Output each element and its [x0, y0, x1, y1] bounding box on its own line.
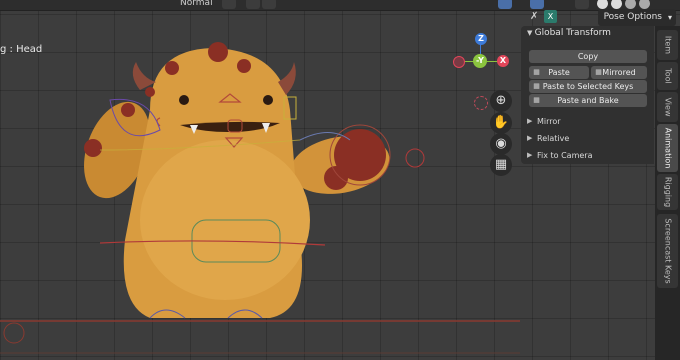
gizmo-toggle-icon[interactable]: ✗ [530, 11, 538, 22]
right-eye [263, 95, 273, 105]
spot [84, 139, 102, 157]
paste-bake-label: Paste and Bake [557, 96, 619, 105]
camera-icon[interactable]: ◉ [490, 133, 512, 155]
grid-icon[interactable]: ▦ [490, 154, 512, 176]
paste-label: Paste [548, 68, 570, 77]
paste-button[interactable]: ▦ Paste [529, 66, 589, 79]
paste-bake-icon: ▦ [533, 96, 540, 104]
3d-viewport[interactable]: Normal g : Head Z -Y X ⊕ ✋ ◉ ▦ ✗ X Pose … [0, 0, 680, 360]
chevron-right-icon: ▶ [527, 151, 533, 159]
mirrored-label: Mirrored [602, 68, 636, 77]
tab-screencast-keys[interactable]: Screencast Keys [657, 214, 678, 288]
global-transform-header[interactable]: ▼ Global Transform [527, 28, 611, 38]
relative-label: Relative [537, 134, 570, 143]
tab-tool[interactable]: Tool [657, 62, 678, 90]
axis-x-button[interactable]: X [497, 55, 509, 67]
mirror-label: Mirror [537, 117, 561, 126]
left-eye [179, 95, 189, 105]
paste-icon: ▦ [533, 68, 540, 76]
tab-item[interactable]: Item [657, 30, 678, 60]
paste-and-bake-button[interactable]: ▦ Paste and Bake [529, 94, 647, 107]
sidebar-tabs: Item Tool View Animation Rigging Screenc… [655, 26, 680, 360]
chevron-down-icon: ▾ [667, 13, 672, 22]
sidebar-panel: ▼ Global Transform Copy ▦ Paste ▦ Mirror… [521, 26, 654, 164]
chevron-right-icon: ▶ [527, 134, 533, 142]
relative-subpanel[interactable]: ▶ Relative [527, 134, 570, 143]
paste-selected-label: Paste to Selected Keys [542, 82, 634, 91]
spot [237, 59, 251, 73]
paste-mirrored-icon: ▦ [595, 68, 602, 76]
pose-options-dropdown[interactable]: Pose Options ▾ [597, 9, 676, 26]
tab-view[interactable]: View [657, 92, 678, 122]
mirror-subpanel[interactable]: ▶ Mirror [527, 117, 561, 126]
global-transform-title: Global Transform [534, 28, 611, 38]
zoom-icon[interactable]: ⊕ [490, 90, 512, 112]
axis-neg-x-button[interactable] [453, 56, 465, 68]
axis-z-button[interactable]: Z [475, 33, 487, 45]
ik-target-control [405, 148, 425, 168]
spot [121, 103, 135, 117]
x-axis-icon[interactable]: X [544, 10, 557, 23]
paste-keys-icon: ▦ [533, 82, 540, 90]
chevron-right-icon: ▶ [527, 117, 533, 125]
fist [334, 129, 386, 181]
mirrored-button[interactable]: ▦ Mirrored [591, 66, 647, 79]
spot [145, 87, 155, 97]
left-horn [132, 62, 156, 90]
axis-y-button[interactable]: -Y [473, 54, 487, 68]
root-control-circle [3, 322, 25, 344]
character-model[interactable] [0, 0, 520, 360]
chevron-down-icon: ▼ [527, 29, 535, 37]
spot [165, 61, 179, 75]
pose-options-label: Pose Options [603, 12, 662, 22]
tab-rigging[interactable]: Rigging [657, 174, 678, 210]
orbit-center-icon[interactable] [474, 96, 488, 110]
header-right: ✗ X Pose Options ▾ [520, 8, 680, 28]
copy-button[interactable]: Copy [529, 50, 647, 63]
spot [208, 42, 228, 62]
hand-icon[interactable]: ✋ [490, 112, 512, 134]
paste-selected-keys-button[interactable]: ▦ Paste to Selected Keys [529, 80, 647, 93]
fix-to-camera-subpanel[interactable]: ▶ Fix to Camera [527, 151, 593, 160]
fix-to-camera-label: Fix to Camera [537, 151, 593, 160]
tab-animation[interactable]: Animation [657, 124, 678, 172]
